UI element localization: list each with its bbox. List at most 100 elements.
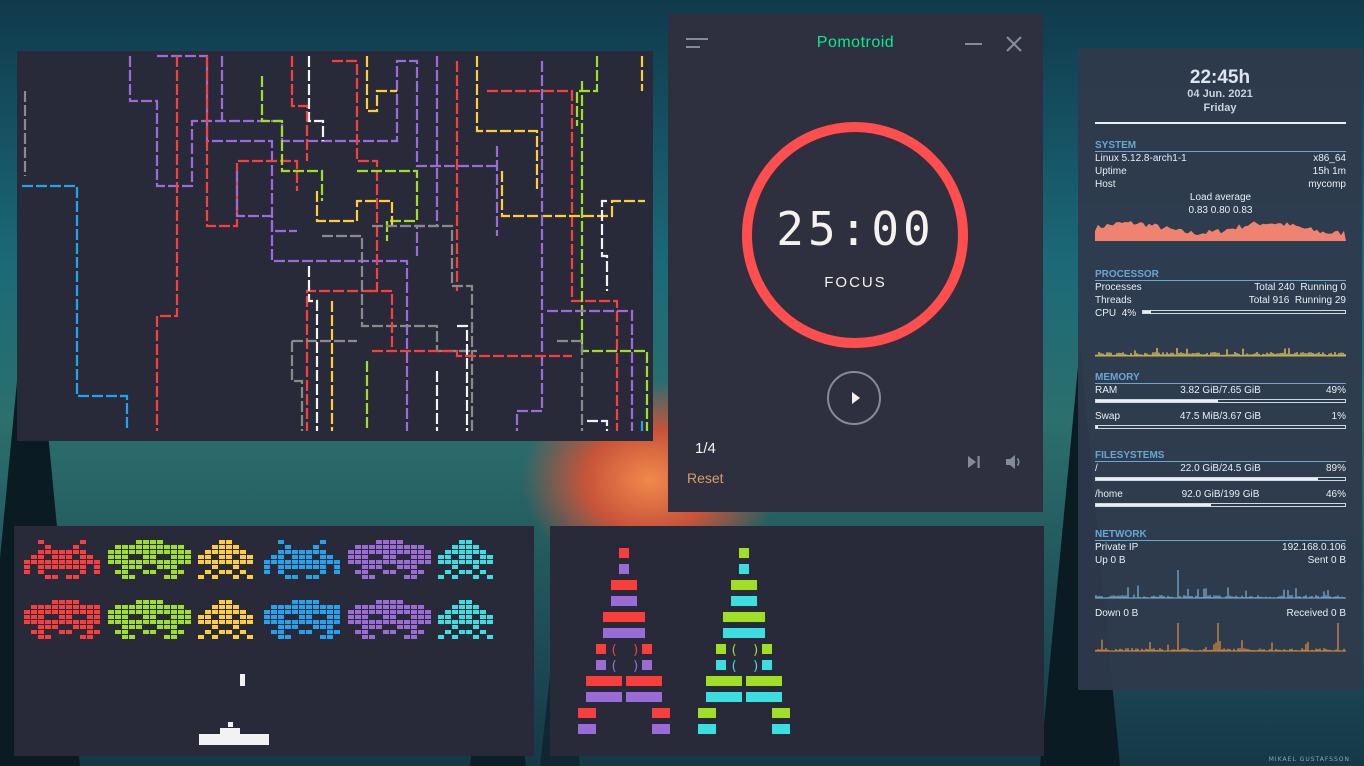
invader-pixel	[52, 620, 58, 624]
memory-section: MEMORY RAM 3.82 GiB/7.65 GiB 49% Swap 47.5 …	[1095, 372, 1346, 429]
invader-pixel	[445, 630, 451, 634]
invader-pixel	[212, 620, 218, 624]
invader-pixel	[397, 610, 403, 614]
invader-pixel	[52, 605, 58, 609]
space-invaders-terminal[interactable]	[14, 526, 534, 756]
invader-pixel	[452, 620, 458, 624]
pyramid-block	[603, 628, 645, 638]
invader-pixel	[334, 610, 340, 614]
invader-pixel	[205, 570, 211, 574]
invader-pixel	[45, 575, 51, 579]
invader-pixel	[212, 635, 218, 639]
invader-pixel	[285, 610, 291, 614]
invader-pixel	[390, 630, 396, 634]
invader-pixel	[327, 605, 333, 609]
invader-pixel	[66, 550, 72, 554]
cpu-usage-bar	[1142, 310, 1346, 314]
cpu-graph	[1095, 348, 1346, 357]
invader-pixel	[45, 625, 51, 629]
invader-pixel	[438, 635, 444, 639]
invader-pixel	[150, 600, 156, 604]
invader-pixel	[185, 550, 191, 554]
invader-pixel	[278, 565, 284, 569]
invader-pixel	[334, 565, 340, 569]
invader-pixel	[164, 575, 170, 579]
swap-usage-bar	[1095, 425, 1346, 429]
volume-icon[interactable]	[1005, 454, 1023, 470]
invader-pixel	[334, 615, 340, 619]
invader-pixel	[278, 610, 284, 614]
invader-pixel	[157, 540, 163, 544]
invader-pixel	[59, 560, 65, 564]
invader-pixel	[129, 625, 135, 629]
invader-pixel	[59, 600, 65, 604]
invader-pixel	[59, 550, 65, 554]
pipes-terminal-window[interactable]	[17, 51, 653, 441]
invader-pixel	[212, 625, 218, 629]
invader-pixel	[122, 605, 128, 609]
invader-pixel	[466, 615, 472, 619]
invader-pixel	[404, 635, 410, 639]
invader-pixel	[73, 600, 79, 604]
root-fs-percent: 89%	[1325, 463, 1346, 474]
invader-pixel	[115, 615, 121, 619]
invader-pixel	[390, 610, 396, 614]
invader-pixel	[473, 575, 479, 579]
invader-pixel	[362, 555, 368, 559]
invader-pixel	[306, 605, 312, 609]
skip-icon[interactable]	[967, 455, 981, 469]
minimize-icon[interactable]	[965, 43, 982, 45]
invader-pixel	[233, 605, 239, 609]
invader-pixel	[369, 575, 375, 579]
pyramid-paren: (	[610, 659, 618, 674]
invader-pixel	[66, 610, 72, 614]
invader-pixel	[24, 610, 30, 614]
invader-pixel	[143, 630, 149, 634]
invader-pixel	[66, 565, 72, 569]
invader-pixel	[45, 550, 51, 554]
ram-usage-bar	[1095, 399, 1346, 403]
invader-pixel	[52, 625, 58, 629]
clock: 22:45h	[1189, 67, 1251, 88]
invader-pixel	[369, 620, 375, 624]
upload-speed: Up 0 B	[1095, 555, 1126, 566]
invader-pixel	[362, 605, 368, 609]
invader-pixel	[473, 550, 479, 554]
invader-pixel	[87, 635, 93, 639]
invader-pixel	[38, 570, 44, 574]
invader-pixel	[264, 570, 270, 574]
invader-pixel	[115, 570, 121, 574]
invader-pixel	[466, 570, 472, 574]
invader-pixel	[487, 555, 493, 559]
pipe-segment	[307, 56, 325, 141]
invader-pixel	[466, 555, 472, 559]
invader-pixel	[376, 625, 382, 629]
invader-pixel	[219, 620, 225, 624]
invader-pixel	[306, 600, 312, 604]
invader-pixel	[313, 560, 319, 564]
invader-pixel	[438, 575, 444, 579]
invader-pixel	[226, 555, 232, 559]
invader-pixel	[171, 610, 177, 614]
invader-pixel	[178, 620, 184, 624]
invader-pixel	[247, 620, 253, 624]
close-icon[interactable]	[1004, 34, 1024, 54]
play-button[interactable]	[827, 371, 881, 425]
pyramid-block	[723, 628, 765, 638]
bar-fill	[1143, 311, 1152, 313]
invader-pixel	[306, 620, 312, 624]
invader-pixel	[404, 625, 410, 629]
invader-pixel	[24, 570, 30, 574]
invader-pixel	[150, 545, 156, 549]
invader-pixel	[425, 610, 431, 614]
section-header: PROCESSOR	[1095, 269, 1346, 281]
invader-pixel	[212, 560, 218, 564]
reset-button[interactable]: Reset	[687, 470, 724, 486]
invader-pixel	[80, 565, 86, 569]
pomotroid-window[interactable]: Pomotroid 25:00 FOCUS 1/4 Reset	[668, 14, 1043, 512]
invader-pixel	[362, 545, 368, 549]
ascii-art-terminal[interactable]: () () () ()	[550, 526, 1044, 756]
cannon-pixel	[228, 722, 233, 727]
invader-pixel	[80, 610, 86, 614]
pyramid-block	[611, 580, 637, 590]
